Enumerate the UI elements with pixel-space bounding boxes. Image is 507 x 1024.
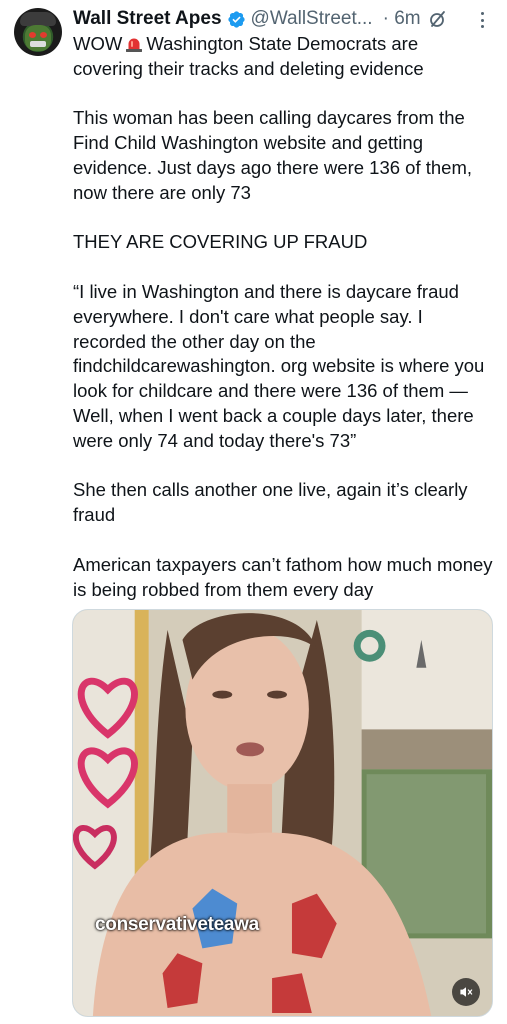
more-options-icon[interactable] bbox=[481, 12, 485, 28]
video-frame bbox=[73, 610, 492, 1016]
muted-speaker-icon[interactable] bbox=[452, 978, 480, 1006]
post-paragraph: American taxpayers can’t fathom how much… bbox=[73, 553, 493, 600]
video-watermark: conservativeteawa bbox=[95, 914, 259, 935]
post-header: Wall Street Apes @WallStreet... · 6m bbox=[73, 6, 493, 32]
post-paragraph: WOW Washington State Democrats are coveri… bbox=[73, 33, 424, 79]
video-player[interactable]: conservativeteawa bbox=[72, 609, 493, 1017]
author-avatar[interactable] bbox=[14, 8, 62, 56]
siren-emoji-icon bbox=[125, 35, 143, 53]
post-paragraph: She then calls another one live, again i… bbox=[73, 479, 468, 526]
post-paragraph: THEY ARE COVERING UP FRAUD bbox=[73, 231, 368, 253]
verified-badge-icon bbox=[227, 10, 246, 29]
author-name[interactable]: Wall Street Apes bbox=[73, 8, 222, 30]
post-body: WOW Washington State Democrats are coveri… bbox=[73, 32, 493, 602]
grok-icon[interactable] bbox=[428, 9, 448, 29]
post-paragraph: “I live in Washington and there is dayca… bbox=[73, 280, 485, 451]
author-handle[interactable]: @WallStreet... bbox=[251, 8, 373, 30]
post-time[interactable]: · 6m bbox=[383, 8, 421, 30]
post-paragraph: This woman has been calling daycares fro… bbox=[73, 107, 473, 203]
